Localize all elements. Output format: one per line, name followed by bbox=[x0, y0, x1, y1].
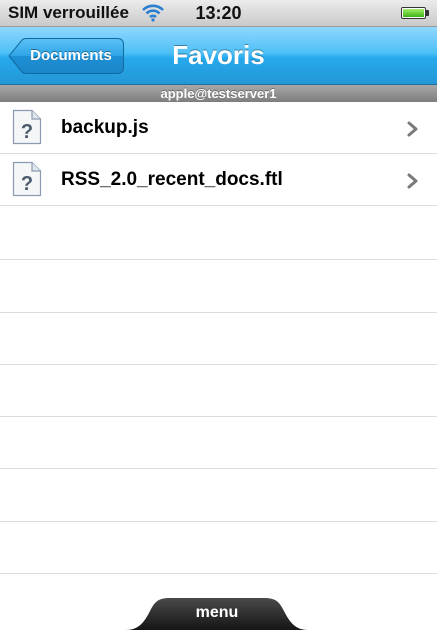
clock: 13:20 bbox=[195, 3, 242, 23]
back-button-label: Documents bbox=[30, 47, 112, 64]
account-bar: apple@testserver1 bbox=[0, 85, 437, 102]
menu-label: menu bbox=[195, 604, 239, 621]
navigation-bar: Documents Favoris bbox=[0, 27, 437, 85]
chevron-right-icon bbox=[407, 173, 419, 194]
account-label: apple@testserver1 bbox=[160, 86, 277, 101]
unknown-file-icon: ? bbox=[12, 161, 42, 202]
empty-row bbox=[0, 417, 437, 470]
file-name: RSS_2.0_recent_docs.ftl bbox=[61, 169, 283, 190]
empty-row bbox=[0, 365, 437, 418]
battery-tip bbox=[426, 10, 429, 16]
empty-row bbox=[0, 208, 437, 261]
file-list: ? backup.js ? RSS_2.0_recent_docs.ftl bbox=[0, 102, 437, 206]
chevron-right-icon bbox=[407, 121, 419, 142]
empty-rows bbox=[0, 208, 437, 575]
empty-row bbox=[0, 260, 437, 313]
back-button[interactable]: Documents bbox=[8, 38, 124, 74]
unknown-file-icon: ? bbox=[12, 109, 42, 150]
file-name: backup.js bbox=[61, 117, 149, 138]
empty-row bbox=[0, 313, 437, 365]
menu-button[interactable]: menu bbox=[126, 597, 308, 630]
list-item[interactable]: ? RSS_2.0_recent_docs.ftl bbox=[0, 154, 437, 206]
empty-row bbox=[0, 469, 437, 522]
battery-fill bbox=[403, 9, 424, 17]
empty-row bbox=[0, 522, 437, 575]
svg-text:?: ? bbox=[21, 173, 33, 195]
battery-icon bbox=[401, 7, 426, 19]
status-bar: SIM verrouillée 13:20 bbox=[0, 0, 437, 27]
list-item[interactable]: ? backup.js bbox=[0, 102, 437, 154]
svg-text:?: ? bbox=[21, 121, 33, 143]
